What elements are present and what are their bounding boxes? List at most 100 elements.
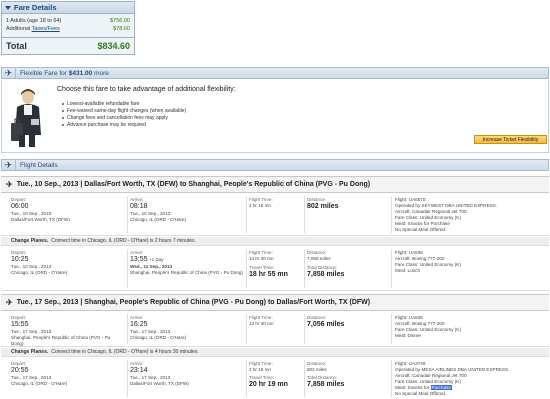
- distance-column: Distance: 7,056 miles: [307, 315, 387, 329]
- triangle-down-icon[interactable]: [5, 5, 11, 10]
- connection-text: Connect time in Chicago, IL (ORD - O'Har…: [51, 349, 199, 355]
- flexible-fare-price: $431.00: [68, 69, 93, 77]
- flight-details-bar[interactable]: ✈ Flight Details: [1, 159, 549, 171]
- flight-time-value: 14 hr 30 mn: [249, 256, 274, 261]
- segment-header: ✈ Tue., 17 Sep., 2013 | Shanghai, People…: [1, 294, 549, 311]
- special-meal-note: No Special Meal Offered.: [395, 391, 447, 396]
- flight-leg-row: Depart: 06:00 Tue., 10 Sep., 2013 Dallas…: [1, 194, 549, 236]
- divider: [304, 360, 305, 397]
- flexible-fare-label: Flexible Fare for $431.00 more: [16, 70, 109, 77]
- flight-time-column: Flight Time: 2 hr 18 mn: [249, 197, 301, 209]
- flight-time-column: Flight Time: 2 hr 19 mn Travel Time: 20 …: [249, 361, 301, 389]
- flexible-fare-bar[interactable]: ✈ Flexible Fare for $431.00 more: [1, 67, 549, 79]
- arrive-time: 13:55: [130, 256, 148, 263]
- arrive-city: Chicago, IL (ORD - O'Hare): [130, 335, 187, 340]
- meal: Meal: Snacks for: [395, 385, 430, 390]
- connection-text: Connect time in Chicago, IL (ORD - O'Har…: [51, 238, 196, 244]
- traveler-photo: [7, 85, 47, 149]
- depart-city: Dallas/Fort Worth, TX (DFW): [11, 217, 70, 222]
- divider: [246, 314, 247, 344]
- divider: [127, 314, 128, 344]
- depart-column: Depart: 06:00 Tue., 10 Sep., 2013 Dallas…: [11, 197, 121, 223]
- divider: [246, 196, 247, 233]
- distance-column: Distance: 7,056 miles Total Distance: 7,…: [307, 250, 387, 279]
- divider: [391, 314, 392, 344]
- distance-column: Distance: 802 miles Total Distance: 7,85…: [307, 361, 387, 389]
- fare-total-label: Total: [6, 41, 27, 51]
- airplane-icon: ✈: [4, 159, 13, 170]
- depart-column: Depart: 10:25 Tue., 10 Sep., 2013 Chicag…: [11, 250, 121, 276]
- fare-details-header[interactable]: Fare Details: [2, 2, 134, 14]
- travel-time-value: 20 hr 19 mn: [249, 381, 288, 388]
- list-item: Lowest-available refundable fare: [62, 100, 186, 107]
- fare-total-line: Total $834.60: [2, 37, 134, 51]
- distance-value: 802 miles: [307, 203, 339, 210]
- depart-column: Depart: 15:55 Tue., 17 Sep., 2013 Shangh…: [11, 315, 123, 347]
- list-item: Fee-waived same-day flight changes (when…: [62, 107, 186, 114]
- fare-taxes-label-group: Additional Taxes/Fees: [6, 26, 60, 32]
- divider: [304, 314, 305, 344]
- selected-text-highlight: Purchase: [430, 385, 452, 390]
- flexible-fare-feature-list: Lowest-available refundable fare Fee-wai…: [62, 100, 186, 128]
- distance-column: Distance: 802 miles: [307, 197, 387, 211]
- segment-header-text: Tue., 17 Sep., 2013 | Shanghai, People's…: [16, 299, 371, 306]
- depart-city: Shanghai, People's Republic of China (PV…: [11, 335, 111, 346]
- flexible-fare-suffix: more: [94, 69, 109, 77]
- distance-value: 7,056 miles: [307, 321, 345, 328]
- meal: Meal: Dinner: [395, 333, 422, 338]
- arrive-time-line: 13:55 +1 Day: [130, 256, 245, 264]
- flight-info-column: Flight: UA836 Aircraft: Boeing 777-200 F…: [395, 315, 545, 339]
- arrive-time: 16:25: [130, 321, 148, 328]
- divider: [391, 360, 392, 397]
- fare-adults-line: 1 Adults (age 18 to 64) $756.00: [2, 17, 134, 25]
- depart-time: 06:00: [11, 203, 29, 210]
- fare-total-amount: $834.60: [97, 41, 130, 51]
- arrive-day-offset: +1 Day: [148, 257, 164, 262]
- arrive-column: Arrive: 13:55 +1 Day Wed., 11 Sep., 2013…: [130, 250, 245, 276]
- segment-header-text: Tue., 10 Sep., 2013 | Dallas/Fort Worth,…: [16, 181, 371, 188]
- meal: Meal: Lunch: [395, 268, 421, 273]
- flight-time-value: 2 hr 18 mn: [249, 203, 271, 208]
- flight-time-column: Flight Time: 14 hr 30 mn Travel Time: 18…: [249, 250, 301, 279]
- arrive-time: 23:14: [130, 367, 148, 374]
- special-meal-note: No Special Meal Offered.: [395, 227, 447, 232]
- airplane-icon: ✈: [4, 67, 13, 78]
- flight-info-column: Flight: UA835 Aircraft: Boeing 777-200 F…: [395, 250, 545, 274]
- flexible-fare-plane-box: ✈: [2, 68, 16, 78]
- depart-city: Chicago, IL (ORD - O'Hare): [11, 270, 68, 275]
- change-planes-label: Change Planes.: [11, 349, 49, 355]
- flexible-fare-prefix: Flexible Fare for: [20, 69, 67, 77]
- arrive-column: Arrive: 23:14 Tue., 17 Sep., 2013 Dallas…: [130, 361, 245, 387]
- arrive-column: Arrive: 16:25 Tue., 17 Sep., 2013 Chicag…: [130, 315, 245, 341]
- depart-city: Chicago, IL (ORD - O'Hare): [11, 381, 68, 386]
- travel-time-value: 18 hr 55 mn: [249, 271, 288, 278]
- distance-value: 802 miles: [307, 367, 327, 372]
- divider: [246, 360, 247, 397]
- total-distance-value: 7,858 miles: [307, 381, 345, 388]
- connection-row: Change Planes. Connect time in Chicago, …: [1, 237, 549, 246]
- fare-taxes-line: Additional Taxes/Fees $78.60: [2, 25, 134, 33]
- arrive-time: 08:18: [130, 203, 148, 210]
- distance-value: 7,056 miles: [307, 256, 331, 261]
- flight-time-value: 2 hr 19 mn: [249, 367, 271, 372]
- arrive-city: Shanghai, People's Republic of China (PV…: [130, 270, 243, 275]
- flexible-fare-panel: Choose this fare to take advantage of ad…: [1, 80, 549, 153]
- divider: [246, 249, 247, 288]
- divider: [391, 249, 392, 288]
- connection-row: Change Planes. Connect time in Chicago, …: [1, 348, 549, 357]
- taxes-fees-link[interactable]: Taxes/Fees: [32, 26, 60, 32]
- fare-adults-label: 1 Adults (age 18 to 64): [6, 18, 62, 24]
- flight-leg-row: Depart: 15:55 Tue., 17 Sep., 2013 Shangh…: [1, 312, 549, 347]
- flight-leg-row: Depart: 10:25 Tue., 10 Sep., 2013 Chicag…: [1, 247, 549, 291]
- fare-additional-label: Additional: [6, 26, 31, 32]
- segment-header: ✈ Tue., 10 Sep., 2013 | Dallas/Fort Wort…: [1, 176, 549, 193]
- increase-ticket-flexibility-button[interactable]: Increase Ticket Flexibility: [474, 135, 547, 144]
- flight-details-plane-box: ✈: [2, 160, 16, 170]
- fare-details-title: Fare Details: [14, 3, 57, 12]
- arrive-city: Dallas/Fort Worth, TX (DFW): [130, 381, 189, 386]
- list-item: Change fees and cancellation fees may ap…: [62, 114, 186, 121]
- flight-leg-row: Depart: 20:55 Tue., 17 Sep., 2013 Chicag…: [1, 358, 549, 399]
- divider: [127, 196, 128, 233]
- change-planes-label: Change Planes.: [11, 238, 49, 244]
- depart-time: 15:55: [11, 321, 29, 328]
